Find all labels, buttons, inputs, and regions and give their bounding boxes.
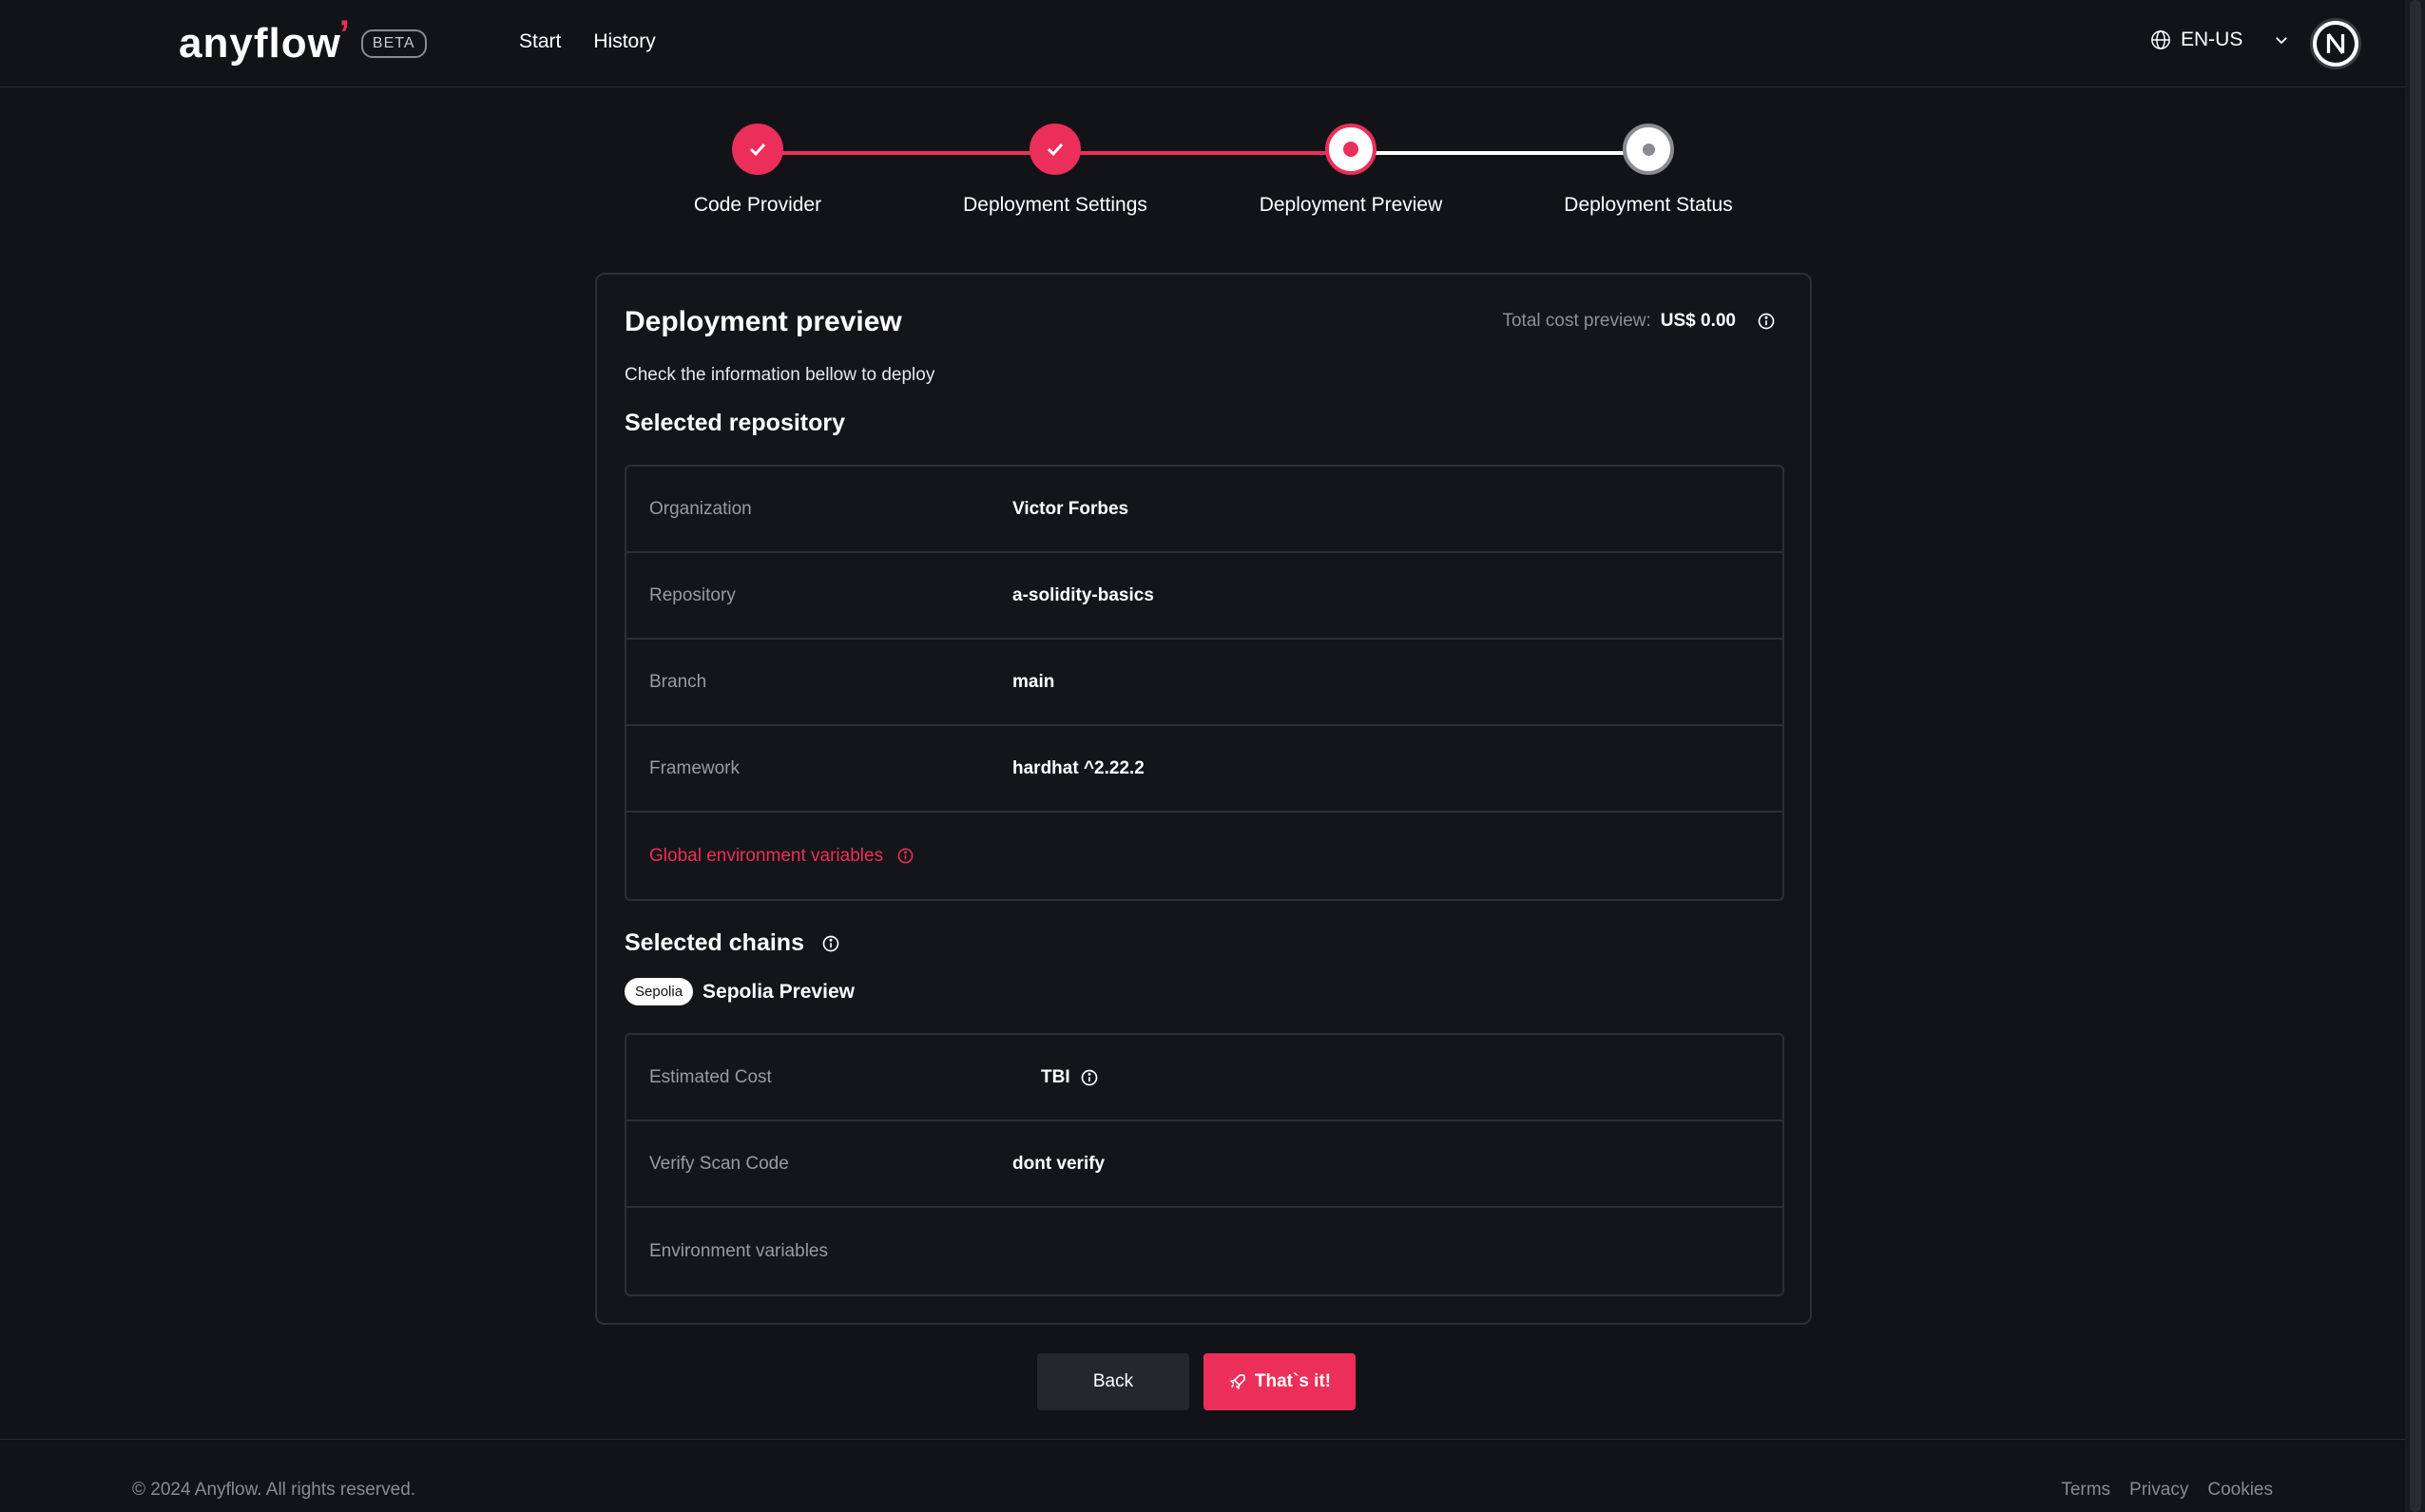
rocket-icon	[1229, 1374, 1245, 1390]
row-value: dont verify	[1012, 1153, 1106, 1174]
step-deployment-preview: Deployment Preview	[1208, 124, 1493, 217]
table-row: Verify Scan Code dont verify	[626, 1121, 1782, 1208]
avatar-logo-icon	[2317, 25, 2355, 63]
cost-value: US$ 0.00	[1660, 311, 1736, 331]
chain-name: Sepolia Preview	[702, 980, 855, 1003]
row-value: TBI	[1041, 1067, 1099, 1088]
selected-chains-heading: Selected chains	[625, 929, 840, 957]
card-subtitle: Check the information bellow to deploy	[625, 365, 935, 385]
privacy-link[interactable]: Privacy	[2129, 1480, 2188, 1501]
check-icon	[1030, 124, 1081, 175]
deployment-preview-card: Deployment preview Total cost preview: U…	[595, 273, 1812, 1325]
language-selector[interactable]: EN-US	[2150, 29, 2290, 51]
main-nav: Start History	[519, 30, 656, 53]
step-label: Code Provider	[693, 194, 822, 216]
row-label: Framework	[649, 757, 741, 778]
row-value-text: TBI	[1041, 1066, 1070, 1087]
pending-step-icon	[1623, 124, 1674, 175]
row-label: Repository	[649, 584, 736, 605]
selected-repository-heading: Selected repository	[625, 410, 845, 437]
step-deployment-status: Deployment Status	[1506, 124, 1791, 217]
back-button[interactable]: Back	[1037, 1353, 1189, 1410]
step-code-provider[interactable]: Code Provider	[615, 124, 900, 217]
table-row: Environment variables	[626, 1208, 1782, 1294]
chevron-down-icon	[2276, 37, 2288, 45]
step-deployment-settings[interactable]: Deployment Settings	[913, 124, 1198, 217]
global-env-vars-link[interactable]: Global environment variables	[649, 846, 914, 867]
row-value: main	[1012, 671, 1055, 692]
logo-accent-mark: ’	[338, 12, 350, 55]
section-title-text: Selected repository	[625, 410, 846, 436]
table-row: Repository a-solidity-basics	[626, 553, 1782, 640]
progress-stepper: Code Provider Deployment Settings Deploy…	[0, 124, 2405, 238]
copyright-text: © 2024 Anyflow. All rights reserved.	[132, 1480, 416, 1500]
step-label: Deployment Status	[1564, 194, 1733, 216]
check-icon	[732, 124, 783, 175]
top-header: anyflow ’ BETA Start History EN-US	[0, 0, 2405, 87]
cost-label: Total cost preview:	[1502, 311, 1651, 331]
row-label: Estimated Cost	[649, 1066, 772, 1087]
language-label: EN-US	[2181, 29, 2243, 50]
row-value: Victor Forbes	[1012, 498, 1129, 519]
nav-history-link[interactable]: History	[593, 30, 655, 53]
footer-links: Terms Privacy Cookies	[2061, 1480, 2273, 1501]
chain-badge: Sepolia	[625, 978, 694, 1005]
row-label: Branch	[649, 671, 707, 692]
total-cost-preview: Total cost preview: US$ 0.00	[1502, 311, 1776, 332]
row-label: Organization	[649, 498, 752, 519]
logo-text: anyflow	[179, 20, 341, 67]
info-icon[interactable]	[1757, 312, 1776, 331]
step-label: Deployment Settings	[963, 194, 1147, 216]
terms-link[interactable]: Terms	[2061, 1480, 2110, 1501]
confirm-deploy-button[interactable]: That`s it!	[1203, 1353, 1356, 1410]
cookies-link[interactable]: Cookies	[2207, 1480, 2273, 1501]
avatar[interactable]	[2310, 18, 2361, 69]
row-value: a-solidity-basics	[1012, 584, 1154, 605]
table-row: Organization Victor Forbes	[626, 467, 1782, 553]
info-icon[interactable]	[896, 847, 914, 865]
chain-header: Sepolia Sepolia Preview	[625, 978, 855, 1005]
row-label: Environment variables	[649, 1240, 828, 1261]
vertical-scrollbar[interactable]	[2405, 0, 2425, 1512]
table-row: Branch main	[626, 640, 1782, 726]
page-title: Deployment preview	[625, 306, 902, 337]
step-label: Deployment Preview	[1259, 194, 1443, 216]
row-label: Verify Scan Code	[649, 1153, 789, 1174]
table-row: Framework hardhat ^2.22.2	[626, 726, 1782, 813]
section-title-text: Selected chains	[625, 929, 804, 956]
current-step-icon	[1325, 124, 1376, 175]
beta-badge: BETA	[360, 29, 427, 58]
repository-table: Organization Victor Forbes Repository a-…	[625, 465, 1784, 901]
scrollbar-thumb[interactable]	[2410, 0, 2421, 1512]
table-row: Estimated Cost TBI	[626, 1035, 1782, 1121]
confirm-label: That`s it!	[1254, 1371, 1332, 1391]
footer: © 2024 Anyflow. All rights reserved. Ter…	[0, 1439, 2405, 1512]
table-row: Global environment variables	[626, 813, 1782, 899]
row-label-text: Global environment variables	[649, 845, 884, 866]
info-icon[interactable]	[1080, 1068, 1099, 1087]
info-icon[interactable]	[821, 934, 840, 953]
row-value: hardhat ^2.22.2	[1012, 757, 1145, 778]
logo[interactable]: anyflow ’ BETA	[179, 13, 427, 67]
chain-table: Estimated Cost TBI Verify Scan Code dont…	[625, 1033, 1784, 1296]
globe-icon	[2151, 30, 2170, 49]
nav-start-link[interactable]: Start	[519, 30, 561, 53]
